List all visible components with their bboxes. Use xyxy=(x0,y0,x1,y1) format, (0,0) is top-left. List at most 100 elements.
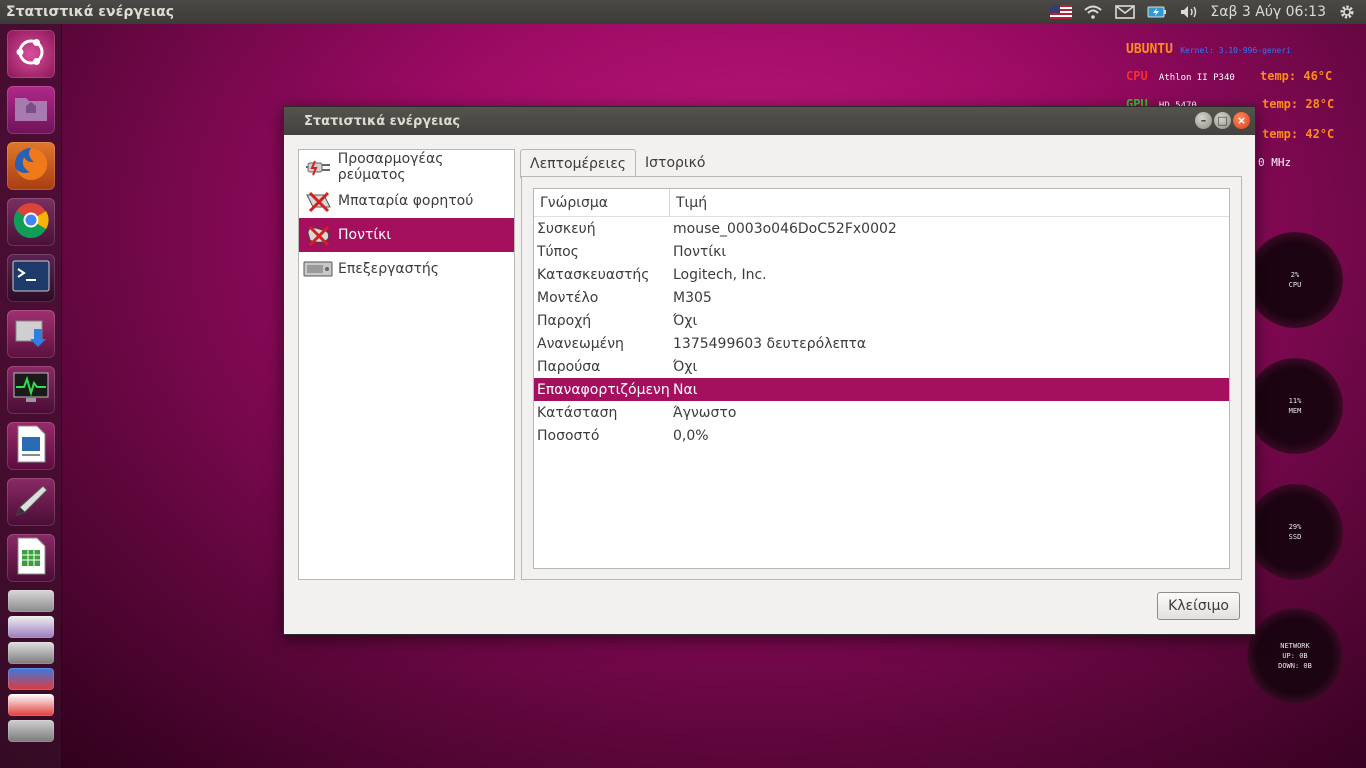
conky-kernel: Kernel: 3.10-996-generi xyxy=(1180,46,1291,55)
conky-cpu-value: 2% xyxy=(1290,271,1300,279)
device-item-label: Μπαταρία φορητού xyxy=(338,193,474,209)
table-row[interactable]: Ανανεωμένη 1375499603 δευτερόλεπτα xyxy=(534,332,1229,355)
details-table: Γνώρισμα Τιμή Συσκευή mouse_0003o046DoC52… xyxy=(533,188,1230,569)
device-item-label: Ποντίκι xyxy=(338,227,392,243)
system-monitor-button[interactable] xyxy=(7,366,55,414)
device-list: Προσαρμογέας ρεύματος Μπαταρία φορητού Π… xyxy=(298,149,515,580)
monitor-icon xyxy=(12,371,50,409)
battery-icon[interactable] xyxy=(1146,0,1168,24)
row-value: Όχι xyxy=(673,312,698,329)
home-folder-button[interactable] xyxy=(7,86,55,134)
wifi-icon[interactable] xyxy=(1082,0,1104,24)
software-center-button[interactable] xyxy=(7,310,55,358)
conky-network-title: NETWORK xyxy=(1280,642,1310,650)
gear-icon[interactable] xyxy=(1336,0,1358,24)
power-statistics-window: Στατιστικά ενέργειας – □ × Προσαρμογέας … xyxy=(283,106,1256,635)
conky-ssd-ring-label: SSD xyxy=(1288,533,1302,541)
top-panel: Στατιστικά ενέργειας Σαβ 3 Αύγ 06:13 xyxy=(0,0,1366,24)
device-item-processor[interactable]: Επεξεργαστής xyxy=(299,252,514,286)
conky-mem-ring: 11% MEM xyxy=(1247,358,1343,454)
device-item-mouse[interactable]: Ποντίκι xyxy=(299,218,514,252)
table-row[interactable]: Τύπος Ποντίκι xyxy=(534,240,1229,263)
conky-mem-value: 11% xyxy=(1288,397,1302,405)
table-row[interactable]: Συσκευή mouse_0003o046DoC52Fx0002 xyxy=(534,217,1229,240)
active-window-title: Στατιστικά ενέργειας xyxy=(6,4,175,20)
terminal-button[interactable] xyxy=(7,254,55,302)
calc-button[interactable] xyxy=(7,534,55,582)
conky-down-label: DOWN: xyxy=(1278,662,1300,670)
conky-cpu-temp: temp: 46°C xyxy=(1260,69,1333,83)
conky-freq: 0 MHz xyxy=(1258,156,1292,169)
device-item-ac-adapter[interactable]: Προσαρμογέας ρεύματος xyxy=(299,150,514,184)
conky-up-label: UP: xyxy=(1282,652,1295,660)
table-row[interactable]: Ποσοστό 0,0% xyxy=(534,424,1229,447)
row-attribute: Συσκευή xyxy=(537,220,596,237)
power-plug-icon xyxy=(303,154,333,180)
maximize-icon: □ xyxy=(1217,114,1228,127)
dash-home-button[interactable] xyxy=(7,30,55,78)
close-window-button[interactable]: × xyxy=(1233,112,1250,129)
conky-up-value: 0B xyxy=(1299,652,1308,660)
column-header-attribute[interactable]: Γνώρισμα xyxy=(534,189,670,217)
maximize-button[interactable]: □ xyxy=(1214,112,1231,129)
launcher-item-stack-6[interactable] xyxy=(8,720,54,742)
tab-details[interactable]: Λεπτομέρειες xyxy=(520,149,637,178)
details-pane: Γνώρισμα Τιμή Συσκευή mouse_0003o046DoC52… xyxy=(521,176,1242,580)
writer-button[interactable] xyxy=(7,422,55,470)
conky-network-ring: NETWORK UP: 0B DOWN: 0B xyxy=(1247,608,1343,704)
document-icon xyxy=(15,425,47,467)
launcher-item-stack-2[interactable] xyxy=(8,616,54,638)
firefox-button[interactable] xyxy=(7,142,55,190)
conky-ssd-ring: 29% SSD xyxy=(1247,484,1343,580)
launcher xyxy=(0,24,62,768)
row-value: 1375499603 δευτερόλεπτα xyxy=(673,335,867,352)
terminal-icon xyxy=(12,260,50,296)
window-titlebar[interactable]: Στατιστικά ενέργειας – □ × xyxy=(284,107,1255,135)
table-row-selected[interactable]: Επαναφορτιζόμενη Ναι xyxy=(534,378,1229,401)
device-item-label: Επεξεργαστής xyxy=(338,261,440,277)
mail-icon[interactable] xyxy=(1114,0,1136,24)
conky-down-value: 0B xyxy=(1303,662,1312,670)
table-row[interactable]: Παροχή Όχι xyxy=(534,309,1229,332)
ubuntu-logo-icon xyxy=(14,35,48,73)
inkscape-button[interactable] xyxy=(7,478,55,526)
column-header-value[interactable]: Τιμή xyxy=(670,189,707,217)
row-attribute: Τύπος xyxy=(537,243,579,260)
tab-bar: Λεπτομέρειες Ιστορικό xyxy=(520,149,714,178)
minimize-icon: – xyxy=(1200,114,1207,127)
table-row[interactable]: Κατάσταση Άγνωστο xyxy=(534,401,1229,424)
conky-ssd-value: 29% xyxy=(1288,523,1302,531)
conky-cpu-ring: 2% CPU xyxy=(1247,232,1343,328)
table-row[interactable]: Παρούσα Όχι xyxy=(534,355,1229,378)
launcher-item-stack-1[interactable] xyxy=(8,590,54,612)
clock[interactable]: Σαβ 3 Αύγ 06:13 xyxy=(1210,0,1326,24)
processor-icon xyxy=(303,256,333,282)
conky-mem-ring-label: MEM xyxy=(1288,407,1302,415)
launcher-item-stack-5[interactable] xyxy=(8,694,54,716)
tab-history[interactable]: Ιστορικό xyxy=(636,149,714,177)
row-attribute: Ανανεωμένη xyxy=(537,335,624,352)
row-value: Logitech, Inc. xyxy=(673,266,767,283)
table-header: Γνώρισμα Τιμή xyxy=(534,189,1229,217)
row-value: Ναι xyxy=(673,381,698,398)
row-attribute: Ποσοστό xyxy=(537,427,600,444)
close-button[interactable]: Κλείσιμο xyxy=(1157,592,1240,620)
keyboard-layout-flag-icon[interactable] xyxy=(1050,0,1073,24)
chrome-button[interactable] xyxy=(7,198,55,246)
launcher-item-stack-3[interactable] xyxy=(8,642,54,664)
table-row[interactable]: Κατασκευαστής Logitech, Inc. xyxy=(534,263,1229,286)
table-row[interactable]: Μοντέλο M305 xyxy=(534,286,1229,309)
volume-icon[interactable] xyxy=(1178,0,1200,24)
launcher-item-stack-4[interactable] xyxy=(8,668,54,690)
laptop-battery-icon xyxy=(303,188,333,214)
row-value: mouse_0003o046DoC52Fx0002 xyxy=(673,220,897,237)
conky-cpu-label: CPU xyxy=(1126,69,1148,83)
firefox-icon xyxy=(12,145,50,187)
device-item-label: Προσαρμογέας ρεύματος xyxy=(337,151,444,183)
minimize-button[interactable]: – xyxy=(1195,112,1212,129)
spreadsheet-icon xyxy=(15,537,47,579)
device-item-laptop-battery[interactable]: Μπαταρία φορητού xyxy=(299,184,514,218)
chrome-icon xyxy=(12,201,50,243)
row-attribute: Μοντέλο xyxy=(537,289,599,306)
row-value: M305 xyxy=(673,289,712,306)
